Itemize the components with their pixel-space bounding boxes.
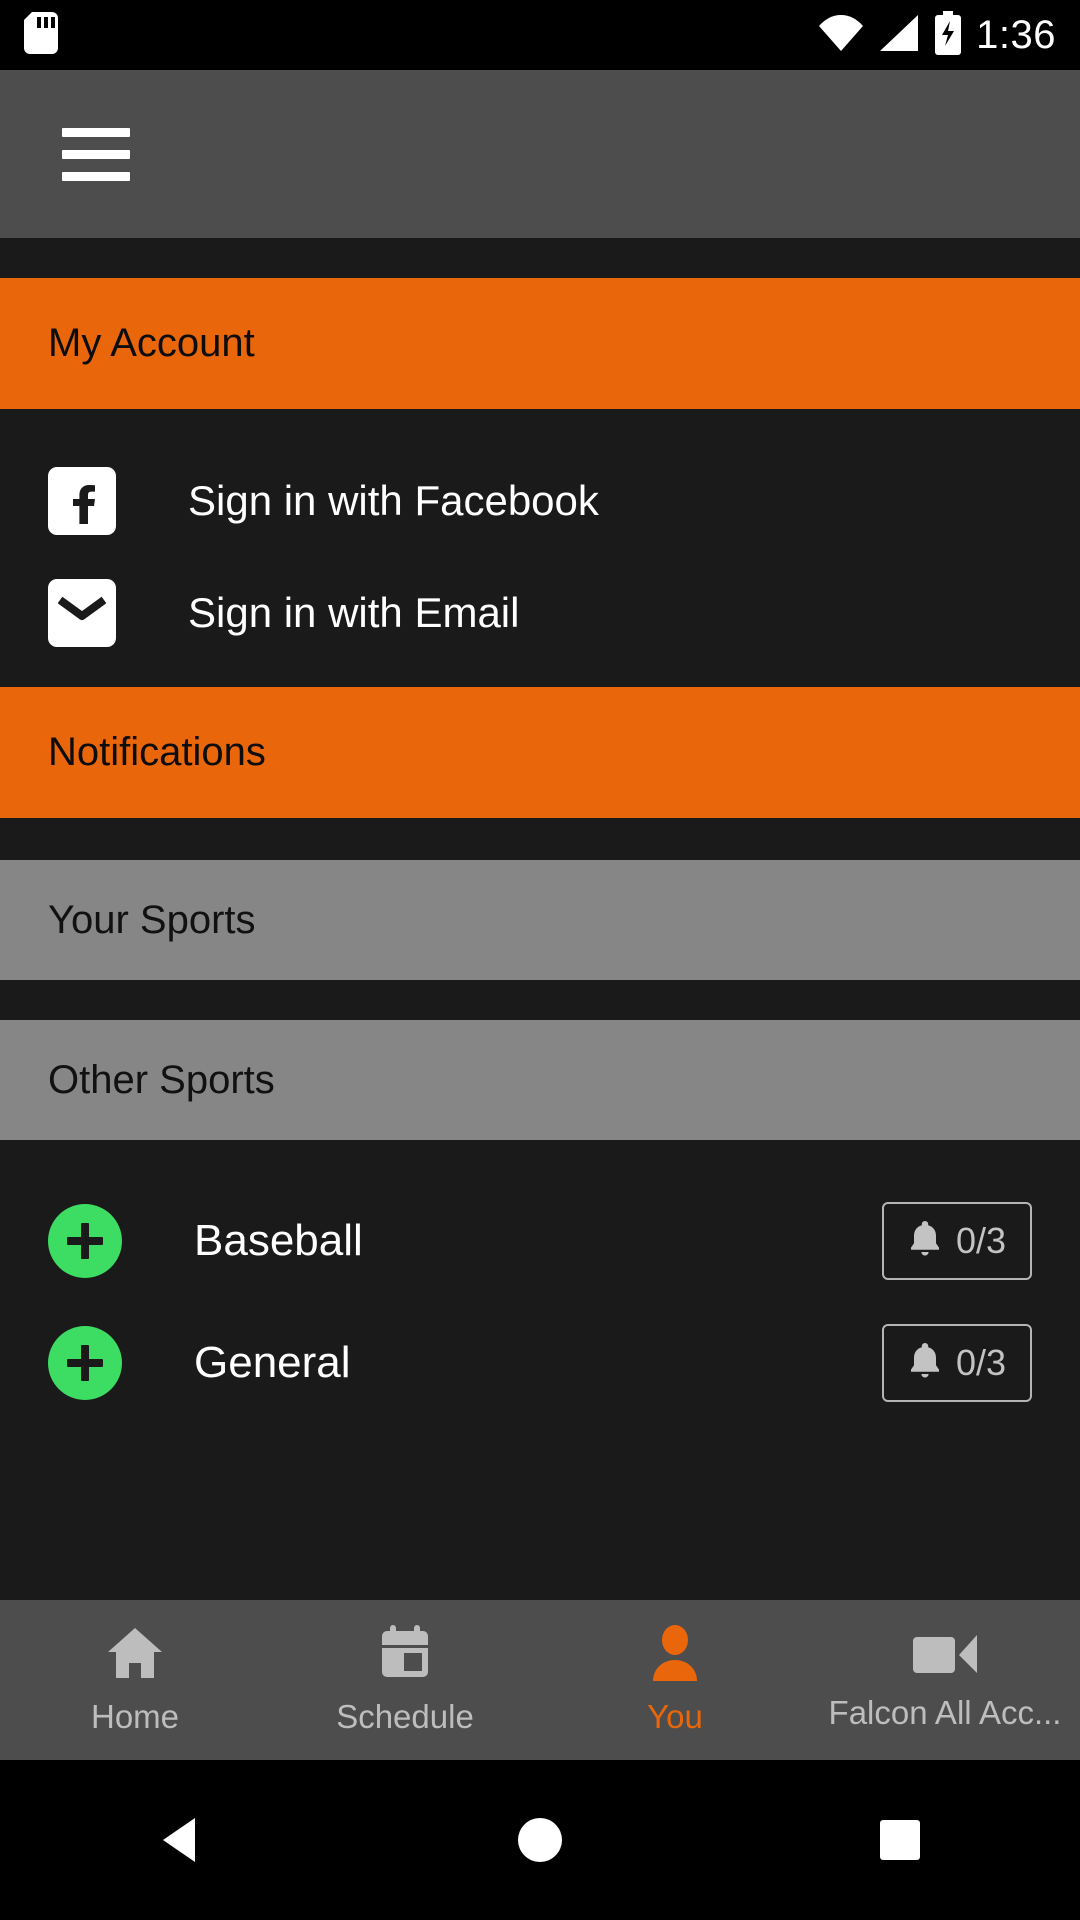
section-title: Other Sports (48, 1057, 275, 1102)
plus-icon[interactable] (48, 1204, 122, 1278)
sign-in-group: Sign in with Facebook Sign in with Email (0, 409, 1080, 687)
nav-tab-schedule[interactable]: Schedule (270, 1600, 540, 1760)
phone-screen: 1:36 My Account Sign in with Facebook Si… (0, 0, 1080, 1920)
spacer (0, 238, 1080, 278)
bell-icon (908, 1341, 942, 1386)
plus-icon[interactable] (48, 1326, 122, 1400)
battery-charging-icon (934, 10, 962, 60)
bottom-navigation-bar: Home Schedule You Falcon All Acc... (0, 1600, 1080, 1760)
sign-in-email-label: Sign in with Email (188, 589, 520, 636)
section-title: My Account (48, 321, 255, 365)
home-circle-icon[interactable] (480, 1816, 600, 1864)
status-bar: 1:36 (0, 0, 1080, 70)
section-title: Your Sports (48, 897, 256, 942)
section-header-notifications: Notifications (0, 687, 1080, 818)
hamburger-menu-icon[interactable] (62, 127, 130, 181)
sign-in-with-facebook-button[interactable]: Sign in with Facebook (0, 445, 1080, 557)
video-camera-icon (911, 1629, 979, 1682)
email-icon (48, 579, 116, 647)
back-triangle-icon[interactable] (120, 1816, 240, 1864)
nav-tab-label: You (647, 1697, 703, 1735)
section-title: Notifications (48, 730, 266, 774)
notification-count: 0/3 (955, 1220, 1007, 1261)
notification-badge[interactable]: 0/3 (882, 1202, 1032, 1280)
spacer (0, 818, 1080, 860)
sd-card-icon (24, 11, 58, 59)
sport-name: General (194, 1338, 351, 1387)
status-bar-right: 1:36 (818, 10, 1056, 60)
sign-in-with-email-button[interactable]: Sign in with Email (0, 557, 1080, 669)
section-header-my-account: My Account (0, 278, 1080, 409)
android-navigation-bar (0, 1760, 1080, 1920)
status-bar-clock: 1:36 (976, 12, 1056, 57)
calendar-icon (378, 1624, 432, 1686)
nav-tab-you[interactable]: You (540, 1600, 810, 1760)
person-icon (649, 1624, 701, 1686)
list-item[interactable]: Baseball 0/3 (0, 1180, 1080, 1302)
list-item[interactable]: General 0/3 (0, 1302, 1080, 1424)
notification-badge[interactable]: 0/3 (882, 1324, 1032, 1402)
notification-count: 0/3 (955, 1342, 1007, 1383)
bell-icon (908, 1219, 942, 1264)
sport-name: Baseball (194, 1216, 363, 1265)
nav-tab-label: Home (90, 1697, 180, 1735)
hamburger-bar (62, 171, 130, 181)
wifi-icon (818, 14, 864, 57)
nav-tab-falcon-all-access[interactable]: Falcon All Acc... (810, 1600, 1080, 1760)
hamburger-bar (62, 127, 130, 137)
sign-in-facebook-label: Sign in with Facebook (188, 477, 599, 524)
nav-tab-label: Schedule (336, 1697, 474, 1735)
home-icon (106, 1625, 164, 1686)
nav-tab-label: Falcon All Acc... (828, 1693, 1062, 1731)
cellular-signal-icon (878, 14, 920, 57)
facebook-icon (48, 467, 116, 535)
recents-square-icon[interactable] (840, 1818, 960, 1862)
status-bar-left (24, 11, 58, 59)
section-header-your-sports[interactable]: Your Sports (0, 860, 1080, 980)
app-bar (0, 70, 1080, 238)
nav-tab-home[interactable]: Home (0, 1600, 270, 1760)
section-header-other-sports[interactable]: Other Sports (0, 1020, 1080, 1140)
hamburger-bar (62, 149, 130, 159)
sports-list: Baseball 0/3 General 0/3 (0, 1140, 1080, 1448)
spacer (0, 980, 1080, 1020)
